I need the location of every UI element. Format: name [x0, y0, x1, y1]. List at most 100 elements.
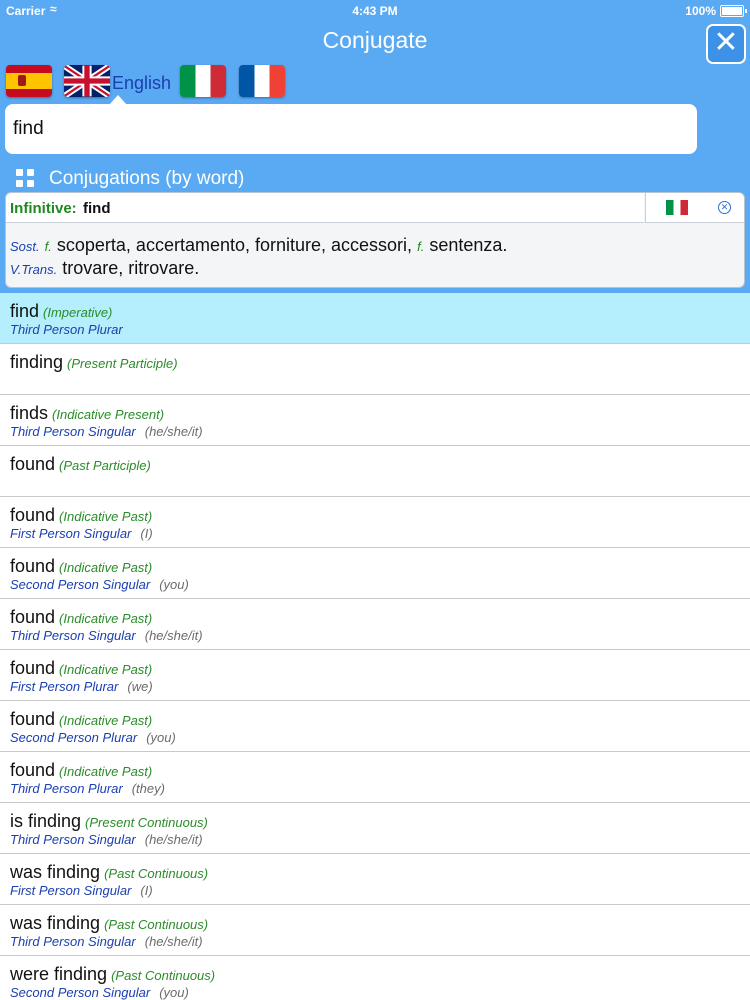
- list-item[interactable]: finding (Present Participle): [0, 344, 750, 395]
- conjugated-word: found: [10, 556, 56, 576]
- translation-text: sentenza.: [429, 235, 508, 255]
- italy-flag-icon: [666, 200, 688, 215]
- conjugated-word: found: [10, 607, 56, 627]
- tense-label: (Present Participle): [67, 356, 178, 371]
- list-item[interactable]: found (Indicative Past) Second Person Sing…: [0, 548, 750, 599]
- conjugated-form: found (Indicative Past): [10, 760, 152, 781]
- status-bar: Carrier ≈ 4:43 PM 100%: [0, 0, 750, 22]
- conjugated-form: finds (Indicative Present): [10, 403, 164, 424]
- conjugated-word: found: [10, 658, 56, 678]
- pronoun-label: (you): [159, 985, 189, 1000]
- france-flag-icon[interactable]: [239, 65, 285, 97]
- tense-label: (Imperative): [43, 305, 113, 320]
- selected-language-label: English: [112, 73, 172, 93]
- conjugated-word: found: [10, 709, 56, 729]
- conjugated-form: is finding (Present Continuous): [10, 811, 208, 832]
- definition-line: V.Trans. trovare, ritrovare.: [10, 258, 199, 279]
- part-of-speech: Sost.: [10, 239, 40, 254]
- tense-label: (Indicative Present): [52, 407, 165, 422]
- person-label: Third Person Singular: [10, 832, 136, 847]
- list-item[interactable]: was finding (Past Continuous) First Person…: [0, 854, 750, 905]
- conjugated-word: is finding: [10, 811, 82, 831]
- pronoun-label: (he/she/it): [144, 934, 203, 949]
- person-label: Third Person Singular: [10, 934, 136, 949]
- list-item[interactable]: found (Indicative Past) Third Person Plura…: [0, 752, 750, 803]
- person-label: Second Person Singular: [10, 577, 151, 592]
- conjugated-word: finding: [10, 352, 64, 372]
- list-item[interactable]: found (Past Participle): [0, 446, 750, 497]
- person-line: Third Person Plurar: [10, 322, 123, 337]
- person-line: Third Person Singular (he/she/it): [10, 934, 203, 949]
- conjugated-form: found (Indicative Past): [10, 607, 152, 628]
- person-label: Second Person Plurar: [10, 730, 138, 745]
- person-label: Third Person Plurar: [10, 322, 123, 337]
- clock: 4:43 PM: [352, 4, 398, 18]
- grid-icon[interactable]: [16, 169, 34, 187]
- italy-flag-icon[interactable]: [180, 65, 226, 97]
- search-input[interactable]: find: [5, 104, 697, 154]
- page-title: Conjugate: [322, 27, 428, 53]
- conjugated-form: found (Indicative Past): [10, 658, 152, 679]
- list-item[interactable]: finds (Indicative Present) Third Person Si…: [0, 395, 750, 446]
- tense-label: (Past Continuous): [104, 866, 209, 881]
- close-button[interactable]: ✕: [706, 24, 746, 64]
- tense-label: (Indicative Past): [59, 713, 153, 728]
- list-item[interactable]: found (Indicative Past) Third Person Singu…: [0, 599, 750, 650]
- conjugated-word: found: [10, 760, 56, 780]
- tense-label: (Present Continuous): [85, 815, 208, 830]
- conjugated-form: found (Indicative Past): [10, 556, 152, 577]
- section-header: Conjugations (by word): [0, 164, 750, 192]
- list-item[interactable]: found (Indicative Past) First Person Singu…: [0, 497, 750, 548]
- conjugated-form: find (Imperative): [10, 301, 112, 322]
- list-item[interactable]: find (Imperative) Third Person Plurar: [0, 293, 750, 344]
- pronoun-label: (I): [140, 526, 153, 541]
- list-item[interactable]: were finding (Past Continuous) Second Pers…: [0, 956, 750, 1000]
- person-line: First Person Singular (I): [10, 883, 153, 898]
- spain-flag-icon[interactable]: [6, 65, 52, 97]
- tense-label: (Past Continuous): [111, 968, 216, 983]
- person-line: Third Person Plurar (they): [10, 781, 165, 796]
- conjugated-form: found (Past Participle): [10, 454, 151, 475]
- list-item[interactable]: found (Indicative Past) First Person Plura…: [0, 650, 750, 701]
- person-line: Third Person Singular (he/she/it): [10, 628, 203, 643]
- conjugated-form: was finding (Past Continuous): [10, 862, 208, 883]
- person-line: Second Person Plurar (you): [10, 730, 176, 745]
- uk-flag-icon[interactable]: [64, 65, 110, 97]
- translation-text: scoperta, accertamento, forniture, acces…: [56, 235, 413, 255]
- person-line: Third Person Singular (he/she/it): [10, 424, 203, 439]
- list-item[interactable]: found (Indicative Past) Second Person Plur…: [0, 701, 750, 752]
- part-of-speech: V.Trans.: [10, 262, 58, 277]
- pronoun-label: (he/she/it): [144, 424, 203, 439]
- infinitive-word: find: [83, 200, 111, 217]
- pronoun-label: (you): [146, 730, 176, 745]
- person-line: Second Person Singular (you): [10, 985, 189, 1000]
- definition-card: Infinitive: find ✕ Sost. f. scoperta, ac…: [5, 192, 745, 288]
- conjugated-word: were finding: [10, 964, 108, 984]
- conjugated-word: finds: [10, 403, 49, 423]
- clear-icon[interactable]: ✕: [718, 201, 731, 214]
- conjugation-list: find (Imperative) Third Person Plurar findi…: [0, 293, 750, 1000]
- person-line: First Person Plurar (we): [10, 679, 153, 694]
- conjugated-word: found: [10, 454, 56, 474]
- conjugated-form: finding (Present Participle): [10, 352, 178, 373]
- person-label: Second Person Singular: [10, 985, 151, 1000]
- pronoun-label: (I): [140, 883, 153, 898]
- tense-label: (Past Continuous): [104, 917, 209, 932]
- pronoun-label: (he/she/it): [144, 628, 203, 643]
- person-label: First Person Singular: [10, 526, 132, 541]
- nav-bar: Conjugate ✕: [0, 22, 750, 64]
- gender-marker: f.: [417, 239, 425, 254]
- translation-language-tab[interactable]: ✕: [645, 193, 744, 223]
- list-item[interactable]: was finding (Past Continuous) Third Person…: [0, 905, 750, 956]
- list-item[interactable]: is finding (Present Continuous) Third Pers…: [0, 803, 750, 854]
- pronoun-label: (they): [131, 781, 165, 796]
- person-line: First Person Singular (I): [10, 526, 153, 541]
- conjugated-form: was finding (Past Continuous): [10, 913, 208, 934]
- conjugated-word: find: [10, 301, 40, 321]
- person-label: Third Person Plurar: [10, 781, 123, 796]
- person-line: Third Person Singular (he/she/it): [10, 832, 203, 847]
- close-x-icon: ✕: [713, 26, 739, 59]
- person-label: Third Person Singular: [10, 628, 136, 643]
- conjugated-word: found: [10, 505, 56, 525]
- conjugated-word: was finding: [10, 862, 101, 882]
